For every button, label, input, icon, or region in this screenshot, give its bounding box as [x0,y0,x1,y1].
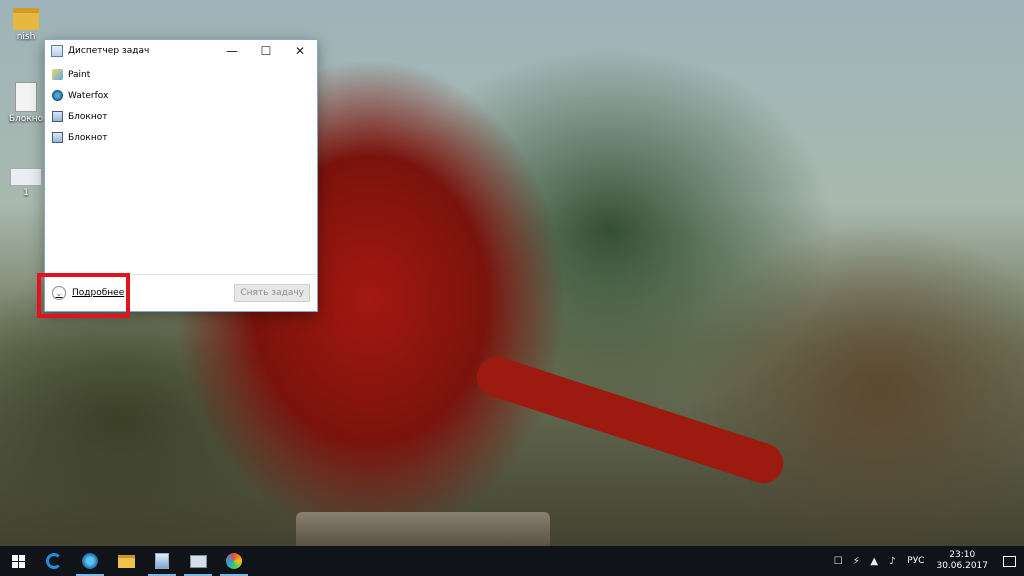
system-tray: ☐ ⚡ ▲ ♪ РУС 23:10 30.06.2017 [829,546,1024,576]
app-name: Paint [68,69,91,80]
desktop-icon-label: 1 [23,188,29,198]
notepad-icon [155,553,169,569]
list-item[interactable]: Блокнот [45,106,317,127]
network-icon[interactable]: ▲ [865,556,883,567]
start-icon [11,554,25,568]
file-explorer-icon [117,554,135,568]
highlight-box [37,273,130,318]
taskbar-notepad[interactable] [144,546,180,576]
app-list: Paint Waterfox Блокнот Блокнот [45,62,317,275]
app-name: Блокнот [68,132,108,143]
desktop-icon-label: Блокно [8,114,44,124]
window-title: Диспетчер задач [68,46,150,56]
desktop-icon-label: nish [16,32,36,42]
minimize-button[interactable]: — [215,40,249,62]
task-manager-icon [189,554,207,568]
document-icon [15,82,37,112]
folder-icon [13,8,39,30]
title-bar[interactable]: Диспетчер задач — ☐ ✕ [45,40,317,62]
wallpaper-stump [296,512,550,546]
clock[interactable]: 23:10 30.06.2017 [930,550,994,572]
start-button[interactable] [0,546,36,576]
maximize-button[interactable]: ☐ [249,40,283,62]
paint-icon [226,553,242,569]
taskbar: ☐ ⚡ ▲ ♪ РУС 23:10 30.06.2017 [0,546,1024,576]
edge-icon [46,553,62,569]
clock-date: 30.06.2017 [936,561,988,571]
list-item[interactable]: Paint [45,64,317,85]
desktop-icon-1[interactable]: 1 [6,168,46,198]
action-center-button[interactable] [994,555,1024,567]
notification-icon [1002,555,1016,567]
taskbar-waterfox[interactable] [72,546,108,576]
taskbar-task-manager[interactable] [180,546,216,576]
power-icon[interactable]: ⚡ [847,556,865,567]
waterfox-icon [52,90,63,101]
app-name: Блокнот [68,111,108,122]
notepad-icon [52,111,63,122]
list-item[interactable]: Блокнот [45,127,317,148]
taskbar-edge[interactable] [36,546,72,576]
volume-icon[interactable]: ♪ [883,556,901,567]
task-manager-icon [51,45,63,57]
end-task-button[interactable]: Снять задачу [234,284,310,302]
close-button[interactable]: ✕ [283,40,317,62]
text-file-icon [10,168,42,186]
desktop-icon-notepad[interactable]: Блокно [6,82,46,124]
desktop-icon-nish[interactable]: nish [6,8,46,42]
language-indicator[interactable]: РУС [901,556,930,566]
wallpaper-bird-tail [471,351,789,489]
task-manager-window[interactable]: Диспетчер задач — ☐ ✕ Paint Waterfox Бло… [44,39,318,312]
checkbox-icon[interactable]: ☐ [829,556,847,567]
waterfox-icon [82,553,98,569]
taskbar-file-explorer[interactable] [108,546,144,576]
taskbar-paint[interactable] [216,546,252,576]
app-name: Waterfox [68,90,109,101]
paint-icon [52,69,63,80]
list-item[interactable]: Waterfox [45,85,317,106]
clock-time: 23:10 [949,550,976,560]
notepad-icon [52,132,63,143]
